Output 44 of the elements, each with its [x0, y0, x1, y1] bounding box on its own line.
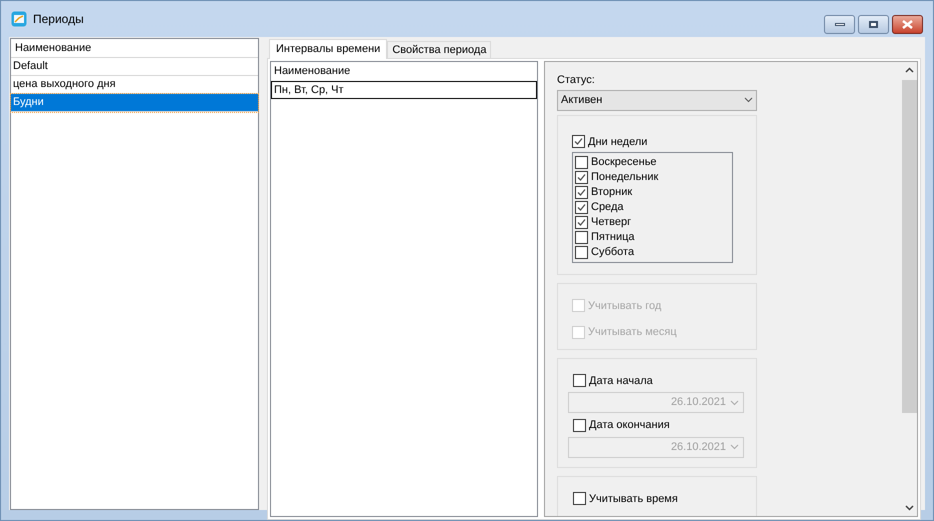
checkbox-label: Четверг [591, 215, 632, 230]
chevron-down-icon [730, 400, 739, 406]
checkbox-label: Учитывать месяц [588, 325, 677, 340]
checkbox[interactable] [575, 216, 588, 229]
maximize-button[interactable] [858, 15, 889, 34]
checkbox-label: Среда [591, 200, 624, 216]
field-label: Статус: [557, 73, 596, 88]
checkbox[interactable] [575, 201, 588, 214]
checkbox[interactable] [575, 186, 588, 199]
checkbox-label: Дни недели [588, 134, 648, 150]
checkbox[interactable] [573, 492, 586, 506]
checkbox[interactable] [572, 135, 585, 148]
checkbox-label: Суббота [591, 245, 634, 260]
chevron-down-icon [730, 444, 739, 450]
checkbox[interactable] [575, 171, 588, 184]
checkbox-label: Дата начала [589, 374, 653, 388]
window-title: Периоды [33, 11, 84, 28]
close-button[interactable] [892, 15, 923, 34]
status-dropdown[interactable]: Активен [557, 90, 757, 110]
chevron-down-icon [744, 97, 753, 103]
close-icon [902, 20, 913, 29]
tab[interactable]: Интервалы времени [269, 39, 388, 59]
checkbox[interactable] [575, 231, 588, 244]
checkbox-label: Учитывать время [589, 492, 678, 506]
checkbox-label: Воскресенье [591, 155, 657, 170]
checkbox[interactable] [573, 374, 586, 388]
list-row[interactable]: Пн, Вт, Ср, Чт [271, 81, 537, 99]
checkbox[interactable] [575, 156, 588, 169]
checkbox-label: Пятница [591, 230, 635, 246]
scrollbar-thumb[interactable] [902, 80, 916, 413]
minimize-button[interactable] [824, 15, 855, 34]
tab[interactable]: Свойства периода [387, 41, 492, 58]
checkbox[interactable] [573, 418, 586, 432]
scroll-up-icon[interactable] [904, 67, 914, 73]
checkbox-label: Учитывать год [588, 298, 662, 314]
checkbox-label: Понедельник [591, 170, 658, 186]
scroll-down-icon[interactable] [904, 504, 914, 510]
app-icon [11, 11, 27, 27]
list-row[interactable]: Будни [11, 94, 258, 112]
list-row[interactable]: Default [11, 58, 258, 76]
column-header: Наименование [273, 64, 352, 80]
checkbox[interactable] [575, 246, 588, 259]
checkbox-label: Вторник [591, 185, 632, 200]
checkbox-label: Дата окончания [589, 418, 670, 433]
